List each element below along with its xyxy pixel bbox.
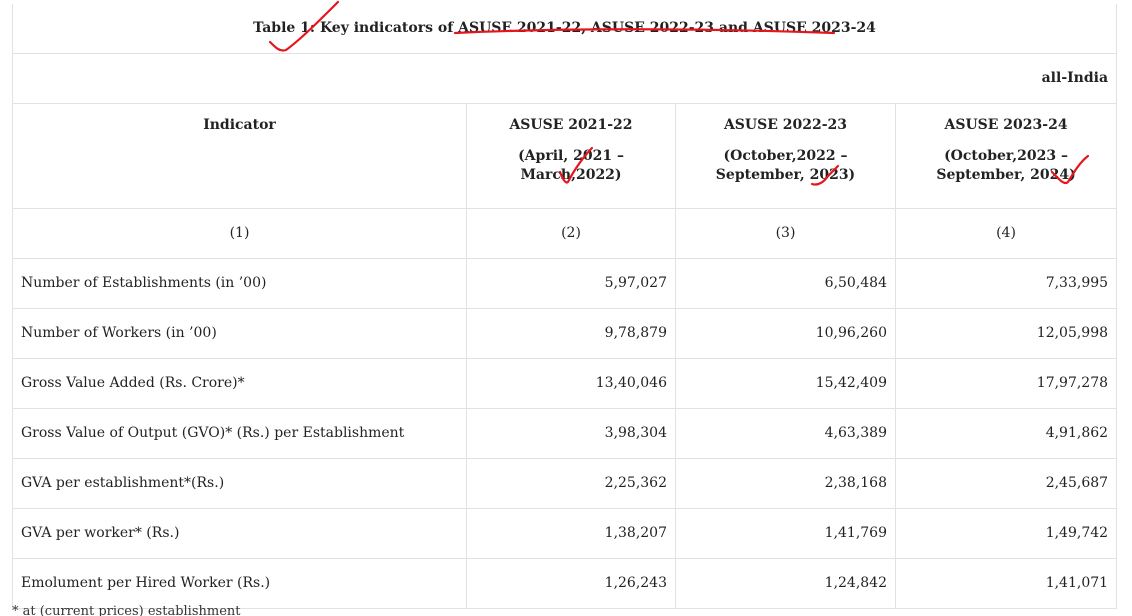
value-cell: 2,45,687 — [894, 457, 1118, 509]
value-cell: 1,26,243 — [466, 557, 676, 609]
value-cell: 7,33,995 — [894, 257, 1118, 309]
header-period: (October,2023 – September, 2024) — [936, 147, 1076, 183]
indicator-cell: Gross Value of Output (GVO)* (Rs.) per E… — [12, 407, 467, 459]
title-row: Table 1: Key indicators of ASUSE 2021-22… — [11, 4, 1118, 54]
region-row: all-India — [11, 52, 1118, 104]
table-row: Number of Establishments (in ’00) 5,97,0… — [12, 257, 1118, 309]
header-label: Indicator — [203, 116, 276, 133]
value-cell: 5,97,027 — [466, 257, 676, 309]
header-label: ASUSE 2023-24 — [944, 116, 1068, 133]
indicator-cell: GVA per establishment*(Rs.) — [12, 457, 467, 509]
table-row: Emolument per Hired Worker (Rs.) 1,26,24… — [12, 557, 1118, 609]
table-title: Table 1: Key indicators of ASUSE 2021-22… — [11, 4, 1118, 54]
value-cell: 4,63,389 — [675, 407, 896, 459]
value-cell: 4,91,862 — [894, 407, 1118, 459]
value-cell: 9,78,879 — [466, 307, 676, 359]
table-row: GVA per worker* (Rs.) 1,38,207 1,41,769 … — [12, 507, 1118, 559]
value-cell: 15,42,409 — [675, 357, 896, 409]
table-row: GVA per establishment*(Rs.) 2,25,362 2,3… — [12, 457, 1118, 509]
column-number: (3) — [675, 207, 896, 259]
key-indicators-table: Table 1: Key indicators of ASUSE 2021-22… — [11, 4, 1118, 609]
column-number-row: (1) (2) (3) (4) — [12, 207, 1118, 259]
footnote: * at (current prices) establishment — [12, 604, 241, 616]
table-row: Gross Value Added (Rs. Crore)* 13,40,046… — [12, 357, 1118, 409]
column-number: (1) — [12, 207, 467, 259]
value-cell: 13,40,046 — [466, 357, 676, 409]
header-period: (October,2022 – September, 2023) — [715, 147, 856, 183]
header-asuse-2021-22: ASUSE 2021-22 (April, 2021 – March,2022) — [466, 102, 676, 209]
value-cell: 1,41,071 — [894, 557, 1118, 609]
value-cell: 12,05,998 — [894, 307, 1118, 359]
header-asuse-2022-23: ASUSE 2022-23 (October,2022 – September,… — [675, 102, 896, 209]
header-period: (April, 2021 – March,2022) — [518, 147, 624, 183]
header-indicator: Indicator — [12, 102, 467, 209]
indicator-cell: Gross Value Added (Rs. Crore)* — [12, 357, 467, 409]
indicator-cell: Number of Establishments (in ’00) — [12, 257, 467, 309]
value-cell: 6,50,484 — [675, 257, 896, 309]
header-label: ASUSE 2021-22 — [509, 116, 633, 133]
value-cell: 1,24,842 — [675, 557, 896, 609]
value-cell: 1,49,742 — [894, 507, 1118, 559]
table-container: Table 1: Key indicators of ASUSE 2021-22… — [11, 4, 1118, 609]
value-cell: 3,98,304 — [466, 407, 676, 459]
table-row: Gross Value of Output (GVO)* (Rs.) per E… — [12, 407, 1118, 459]
header-row: Indicator ASUSE 2021-22 (April, 2021 – M… — [12, 102, 1118, 209]
region-label: all-India — [11, 52, 1118, 104]
value-cell: 1,41,769 — [675, 507, 896, 559]
value-cell: 2,25,362 — [466, 457, 676, 509]
indicator-cell: GVA per worker* (Rs.) — [12, 507, 467, 559]
table-row: Number of Workers (in ’00) 9,78,879 10,9… — [12, 307, 1118, 359]
header-label: ASUSE 2022-23 — [723, 116, 848, 133]
value-cell: 10,96,260 — [675, 307, 896, 359]
indicator-cell: Emolument per Hired Worker (Rs.) — [12, 557, 467, 609]
value-cell: 1,38,207 — [466, 507, 676, 559]
value-cell: 2,38,168 — [675, 457, 896, 509]
header-asuse-2023-24: ASUSE 2023-24 (October,2023 – September,… — [894, 102, 1118, 209]
column-number: (2) — [466, 207, 676, 259]
value-cell: 17,97,278 — [894, 357, 1118, 409]
indicator-cell: Number of Workers (in ’00) — [12, 307, 467, 359]
column-number: (4) — [894, 207, 1118, 259]
